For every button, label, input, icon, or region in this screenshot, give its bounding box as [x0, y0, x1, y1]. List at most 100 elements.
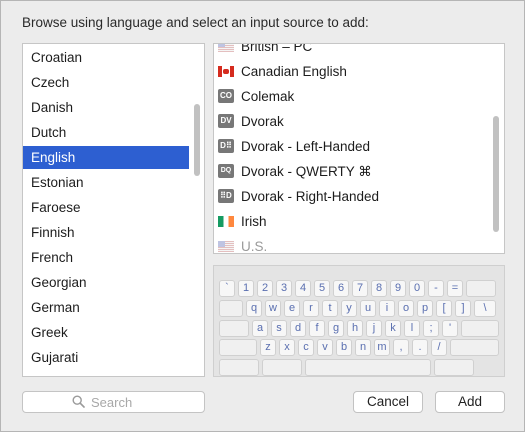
keyboard-row: a s d f g h j k l; '	[219, 320, 499, 337]
british-flag-icon	[218, 44, 234, 52]
ireland-flag-icon	[218, 216, 234, 227]
cancel-button[interactable]: Cancel	[353, 391, 423, 413]
input-source-label: Colemak	[241, 89, 295, 104]
input-source-item[interactable]: Canadian English	[214, 59, 490, 84]
keyboard-key	[219, 359, 259, 376]
keyboard-key: o	[398, 300, 414, 317]
language-item[interactable]: Gujarati	[23, 346, 189, 369]
keyboard-key: b	[336, 339, 352, 356]
keyboard-key: 1	[238, 280, 254, 297]
language-list-scrollbar[interactable]	[194, 104, 200, 176]
keyboard-key: [	[436, 300, 452, 317]
dvorak-qwerty-icon: DQ	[218, 164, 234, 178]
keyboard-key: y	[341, 300, 357, 317]
input-source-label: British – PC	[241, 43, 313, 54]
input-source-item[interactable]: DV Dvorak	[214, 109, 490, 134]
keyboard-key: /	[431, 339, 447, 356]
input-source-label: Canadian English	[241, 64, 347, 79]
canada-flag-icon	[218, 66, 234, 77]
language-item[interactable]: Danish	[23, 96, 189, 119]
keyboard-key: m	[374, 339, 390, 356]
keyboard-key: 7	[352, 280, 368, 297]
language-item[interactable]: Georgian	[23, 271, 189, 294]
language-item[interactable]: English	[23, 146, 189, 169]
add-button[interactable]: Add	[435, 391, 505, 413]
input-source-item[interactable]: British – PC	[214, 43, 490, 59]
keyboard-key: 4	[295, 280, 311, 297]
keyboard-key: a	[252, 320, 268, 337]
input-source-label: Dvorak - Right-Handed	[241, 189, 380, 204]
input-source-label: Irish	[241, 214, 267, 229]
keyboard-key: f	[309, 320, 325, 337]
keyboard-key: j	[366, 320, 382, 337]
keyboard-key: n	[355, 339, 371, 356]
keyboard-key: 3	[276, 280, 292, 297]
keyboard-key: ;	[423, 320, 439, 337]
colemak-icon: CO	[218, 89, 234, 103]
search-field[interactable]	[22, 391, 205, 413]
keyboard-key	[450, 339, 499, 356]
keyboard-key: w	[265, 300, 281, 317]
language-item[interactable]: Finnish	[23, 221, 189, 244]
keyboard-key: '	[442, 320, 458, 337]
keyboard-key: `	[219, 280, 235, 297]
keyboard-key: .	[412, 339, 428, 356]
search-icon	[72, 395, 85, 408]
input-source-label: U.S.	[241, 239, 268, 254]
us-flag-icon	[218, 241, 234, 252]
keyboard-key: g	[328, 320, 344, 337]
keyboard-key: x	[279, 339, 295, 356]
keyboard-key: 6	[333, 280, 349, 297]
keyboard-key	[466, 280, 496, 297]
add-input-source-dialog: Browse using language and select an inpu…	[0, 0, 525, 432]
input-source-item[interactable]: CO Colemak	[214, 84, 490, 109]
keyboard-key: -	[428, 280, 444, 297]
keyboard-key: d	[290, 320, 306, 337]
input-source-item[interactable]: U.S.	[214, 234, 490, 254]
keyboard-key: s	[271, 320, 287, 337]
input-source-item[interactable]: DQ Dvorak - QWERTY ⌘	[214, 159, 490, 184]
keyboard-key	[305, 359, 431, 376]
keyboard-key: k	[385, 320, 401, 337]
language-item[interactable]: Dutch	[23, 121, 189, 144]
keyboard-key	[262, 359, 302, 376]
keyboard-key: ]	[455, 300, 471, 317]
keyboard-key	[219, 320, 249, 337]
keyboard-key: p	[417, 300, 433, 317]
keyboard-row: q w e r t y u i o p[] \	[219, 300, 496, 317]
keyboard-key: ,	[393, 339, 409, 356]
keyboard-key: 5	[314, 280, 330, 297]
keyboard-key: \	[474, 300, 496, 317]
search-input[interactable]	[91, 394, 199, 410]
dialog-instruction: Browse using language and select an inpu…	[22, 15, 369, 30]
input-source-list-scrollbar[interactable]	[493, 116, 499, 232]
dvorak-right-icon: ⠿D	[218, 189, 234, 203]
language-list[interactable]: Gujarati Greek German Georgian French Finnish…	[22, 43, 205, 377]
keyboard-key	[219, 339, 257, 356]
keyboard-key: l	[404, 320, 420, 337]
input-source-item[interactable]: D⠿ Dvorak - Left-Handed	[214, 134, 490, 159]
input-source-item[interactable]: Irish	[214, 209, 490, 234]
keyboard-key: i	[379, 300, 395, 317]
language-item[interactable]: Greek	[23, 321, 189, 344]
keyboard-key: h	[347, 320, 363, 337]
keyboard-key: c	[298, 339, 314, 356]
keyboard-key: q	[246, 300, 262, 317]
input-source-item[interactable]: ⠿D Dvorak - Right-Handed	[214, 184, 490, 209]
language-item[interactable]: Estonian	[23, 171, 189, 194]
language-item[interactable]: Faroese	[23, 196, 189, 219]
keyboard-key	[434, 359, 474, 376]
input-source-label: Dvorak - QWERTY ⌘	[241, 164, 372, 179]
keyboard-row: ` 1 2 3 4 5 6 7 8 9 0- =	[219, 280, 496, 297]
language-item[interactable]: German	[23, 296, 189, 319]
keyboard-key: =	[447, 280, 463, 297]
keyboard-key: t	[322, 300, 338, 317]
keyboard-row	[219, 359, 474, 376]
keyboard-row: z x c v b n m,. /	[219, 339, 499, 356]
language-item[interactable]: French	[23, 246, 189, 269]
language-item[interactable]: Croatian	[23, 46, 189, 69]
dvorak-icon: DV	[218, 114, 234, 128]
input-source-list[interactable]: U.S. Irish ⠿D Dvorak - Right-Handed DQ Dvorak…	[213, 43, 505, 254]
keyboard-key	[219, 300, 243, 317]
language-item[interactable]: Czech	[23, 71, 189, 94]
